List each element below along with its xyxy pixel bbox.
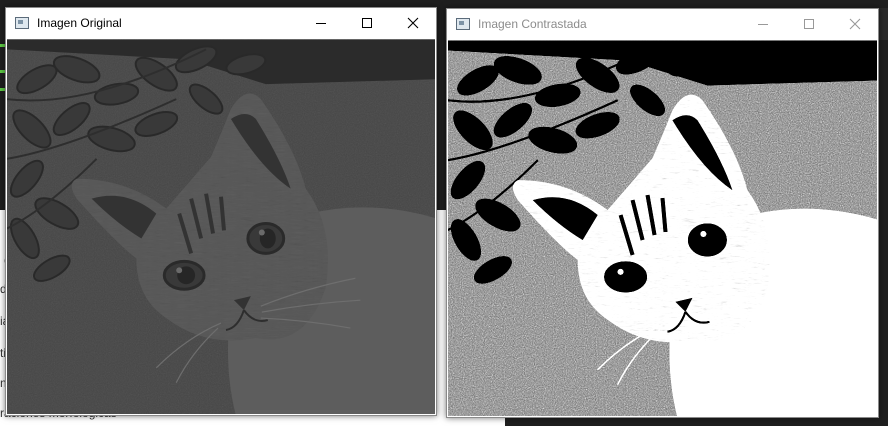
maximize-button[interactable] bbox=[344, 8, 390, 38]
original-image-window[interactable]: Imagen Original bbox=[5, 7, 437, 416]
maximize-icon bbox=[362, 18, 372, 28]
app-window-icon bbox=[15, 17, 29, 29]
close-button[interactable] bbox=[390, 8, 436, 38]
minimize-button[interactable] bbox=[298, 8, 344, 38]
image-canvas bbox=[448, 40, 877, 416]
close-button[interactable] bbox=[832, 9, 878, 39]
contrast-image-window[interactable]: Imagen Contrastada bbox=[446, 8, 879, 418]
close-icon bbox=[849, 18, 861, 30]
maximize-icon bbox=[804, 19, 814, 29]
window-titlebar[interactable]: Imagen Contrastada bbox=[447, 9, 878, 39]
window-title: Imagen Original bbox=[37, 16, 122, 30]
minimize-button[interactable] bbox=[740, 9, 786, 39]
cat-image bbox=[7, 39, 435, 414]
window-titlebar[interactable]: Imagen Original bbox=[6, 8, 436, 38]
cat-image-contrast bbox=[448, 40, 877, 416]
minimize-icon bbox=[316, 23, 326, 24]
image-canvas bbox=[7, 39, 435, 414]
minimize-icon bbox=[758, 24, 768, 25]
app-window-icon bbox=[456, 18, 470, 30]
window-title: Imagen Contrastada bbox=[478, 17, 587, 31]
maximize-button[interactable] bbox=[786, 9, 832, 39]
close-icon bbox=[407, 17, 419, 29]
